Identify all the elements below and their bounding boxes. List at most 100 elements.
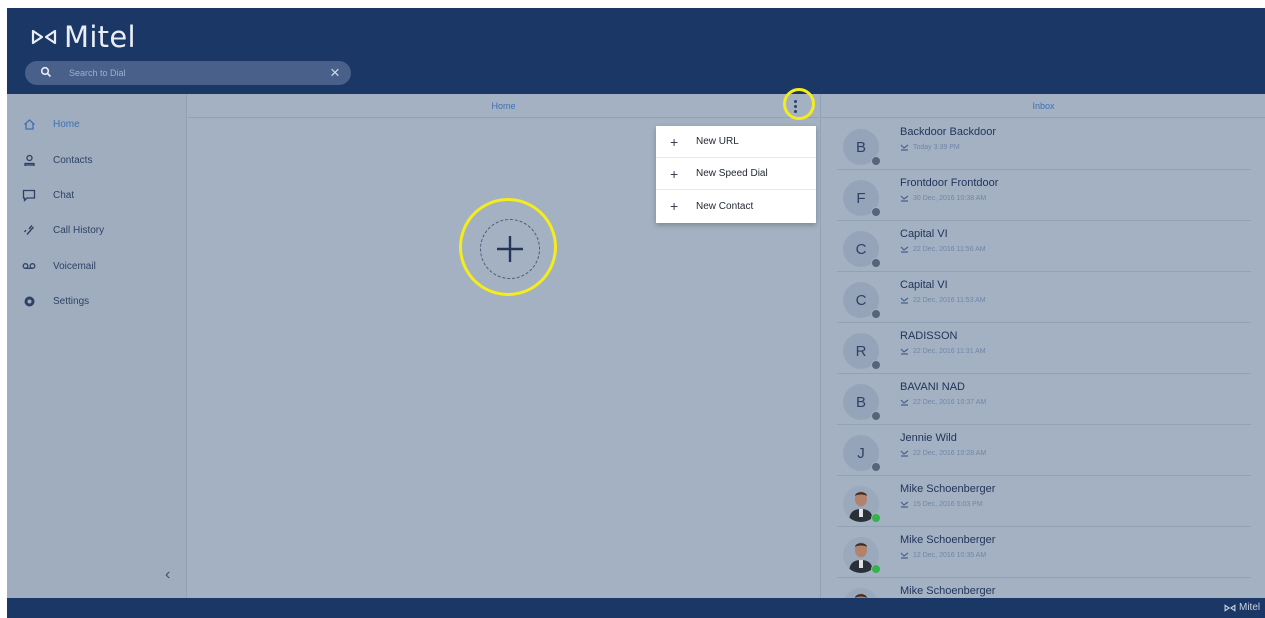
sidebar-item-voicemail[interactable]: Voicemail (7, 254, 187, 278)
contact-name: Mike Schoenberger (900, 534, 996, 546)
call-timestamp: Today 3:39 PM (900, 144, 960, 151)
sidebar-item-label: Call History (53, 224, 105, 236)
timestamp-text: 22 Dec, 2016 10:28 AM (913, 450, 987, 457)
menu-item-label: New URL (696, 136, 739, 147)
call-timestamp: 22 Dec, 2016 10:28 AM (900, 450, 986, 457)
inbox-row[interactable]: C Capital VI 22 Dec, 2016 11:56 AM (837, 221, 1251, 272)
inbox-row[interactable]: C Capital VI 22 Dec, 2016 11:53 AM (837, 272, 1251, 323)
call-timestamp: 30 Dec, 2016 10:38 AM (900, 195, 986, 202)
missed-call-icon (900, 450, 909, 457)
call-timestamp: 22 Dec, 2016 11:31 AM (900, 348, 986, 355)
avatar-initial: J (857, 444, 865, 462)
avatar (843, 588, 879, 598)
inbox-row[interactable]: R RADISSON 22 Dec, 2016 11:31 AM (837, 323, 1251, 374)
presence-indicator (871, 411, 881, 421)
inbox-panel: Inbox B Backdoor Backdoor Today 3:39 PM F Fr… (820, 94, 1265, 598)
presence-indicator (871, 462, 881, 472)
presence-indicator (871, 309, 881, 319)
voicemail-icon (22, 259, 36, 273)
plus-icon: + (670, 133, 679, 150)
sidebar-item-label: Home (53, 118, 80, 130)
call-timestamp: 15 Dec, 2016 5:03 PM (900, 501, 983, 508)
presence-indicator (871, 564, 881, 574)
search-icon (40, 66, 52, 78)
avatar-initial: F (856, 189, 866, 207)
app-window: Mitel × Home Contacts (7, 8, 1265, 618)
search-bar[interactable]: × (25, 61, 351, 85)
presence-indicator (871, 360, 881, 370)
sidebar-item-label: Voicemail (53, 260, 96, 272)
missed-call-icon (900, 348, 909, 355)
brand-name: Mitel (64, 20, 136, 54)
contact-name: Frontdoor Frontdoor (900, 177, 999, 189)
contact-name: Capital VI (900, 279, 948, 291)
inbox-row[interactable]: F Frontdoor Frontdoor 30 Dec, 2016 10:38 A… (837, 170, 1251, 221)
timestamp-text: 12 Dec, 2016 10:35 AM (913, 552, 987, 559)
missed-call-icon (900, 399, 909, 406)
plus-icon: + (670, 165, 679, 182)
timestamp-text: 30 Dec, 2016 10:38 AM (913, 195, 987, 202)
mitel-logo: Mitel (31, 20, 136, 54)
avatar-initial: B (855, 393, 866, 411)
inbox-row[interactable]: B BAVANI NAD 22 Dec, 2016 10:37 AM (837, 374, 1251, 425)
avatar-initial: R (855, 342, 867, 360)
menu-item-label: New Speed Dial (696, 168, 768, 179)
add-tile-button[interactable] (475, 214, 545, 284)
inbox-header: Inbox (821, 94, 1265, 118)
presence-indicator (871, 258, 881, 268)
sidebar-item-settings[interactable]: Settings (7, 289, 187, 313)
home-icon (22, 117, 36, 131)
missed-call-icon (900, 552, 909, 559)
sidebar-item-label: Chat (53, 189, 75, 201)
home-panel-header: Home (188, 94, 819, 118)
timestamp-text: 22 Dec, 2016 10:37 AM (913, 399, 987, 406)
menu-item-new-speed-dial[interactable]: + New Speed Dial (656, 158, 816, 190)
presence-indicator (871, 513, 881, 523)
sidebar-item-contacts[interactable]: Contacts (7, 148, 187, 172)
timestamp-text: 22 Dec, 2016 11:31 AM (913, 348, 986, 355)
menu-item-new-url[interactable]: + New URL (656, 126, 816, 158)
more-options-icon[interactable] (790, 97, 800, 115)
contact-name: Capital VI (900, 228, 948, 240)
sidebar-item-label: Settings (53, 295, 90, 307)
inbox-title: Inbox (1032, 101, 1055, 111)
collapse-sidebar-button[interactable]: ‹ (165, 566, 170, 584)
sidebar-item-chat[interactable]: Chat (7, 183, 187, 207)
inbox-row[interactable]: B Backdoor Backdoor Today 3:39 PM (837, 119, 1251, 170)
contacts-icon (22, 153, 36, 167)
call-timestamp: 22 Dec, 2016 10:37 AM (900, 399, 986, 406)
app-footer: Mitel (7, 598, 1265, 618)
mitel-logo-icon (31, 29, 57, 45)
sidebar-item-label: Contacts (53, 154, 93, 166)
close-icon[interactable]: × (330, 63, 340, 82)
plus-icon: + (670, 198, 679, 214)
inbox-row[interactable]: Mike Schoenberger 15 Dec, 2016 5:03 PM (837, 476, 1251, 527)
presence-indicator (871, 207, 881, 217)
contact-name: Mike Schoenberger (900, 483, 996, 495)
timestamp-text: Today 3:39 PM (913, 144, 960, 151)
footer-brand-name: Mitel (1239, 602, 1261, 613)
avatar-initial: B (855, 138, 866, 156)
menu-item-new-contact[interactable]: + New Contact (656, 190, 816, 222)
missed-call-icon (900, 195, 909, 202)
mitel-logo-icon (1224, 603, 1236, 612)
missed-call-icon (900, 297, 909, 304)
inbox-row[interactable]: Mike Schoenberger (837, 578, 1251, 598)
app-header: Mitel × (7, 8, 1265, 94)
missed-call-icon (900, 501, 909, 508)
sidebar-item-call-history[interactable]: Call History (7, 218, 187, 242)
contact-name: Backdoor Backdoor (900, 126, 996, 138)
avatar-initial: C (855, 240, 867, 258)
footer-logo: Mitel (1224, 602, 1260, 613)
call-timestamp: 22 Dec, 2016 11:53 AM (900, 297, 986, 304)
call-history-icon (22, 223, 36, 237)
timestamp-text: 22 Dec, 2016 11:53 AM (913, 297, 986, 304)
settings-icon (22, 294, 36, 308)
add-menu: + New URL + New Speed Dial + New Contact (656, 126, 816, 223)
sidebar-item-home[interactable]: Home (7, 112, 187, 136)
call-timestamp: 22 Dec, 2016 11:56 AM (900, 246, 986, 253)
search-input[interactable] (69, 65, 309, 81)
inbox-row[interactable]: Mike Schoenberger 12 Dec, 2016 10:35 AM (837, 527, 1251, 578)
page-title: Home (491, 101, 516, 111)
inbox-row[interactable]: J Jennie Wild 22 Dec, 2016 10:28 AM (837, 425, 1251, 476)
